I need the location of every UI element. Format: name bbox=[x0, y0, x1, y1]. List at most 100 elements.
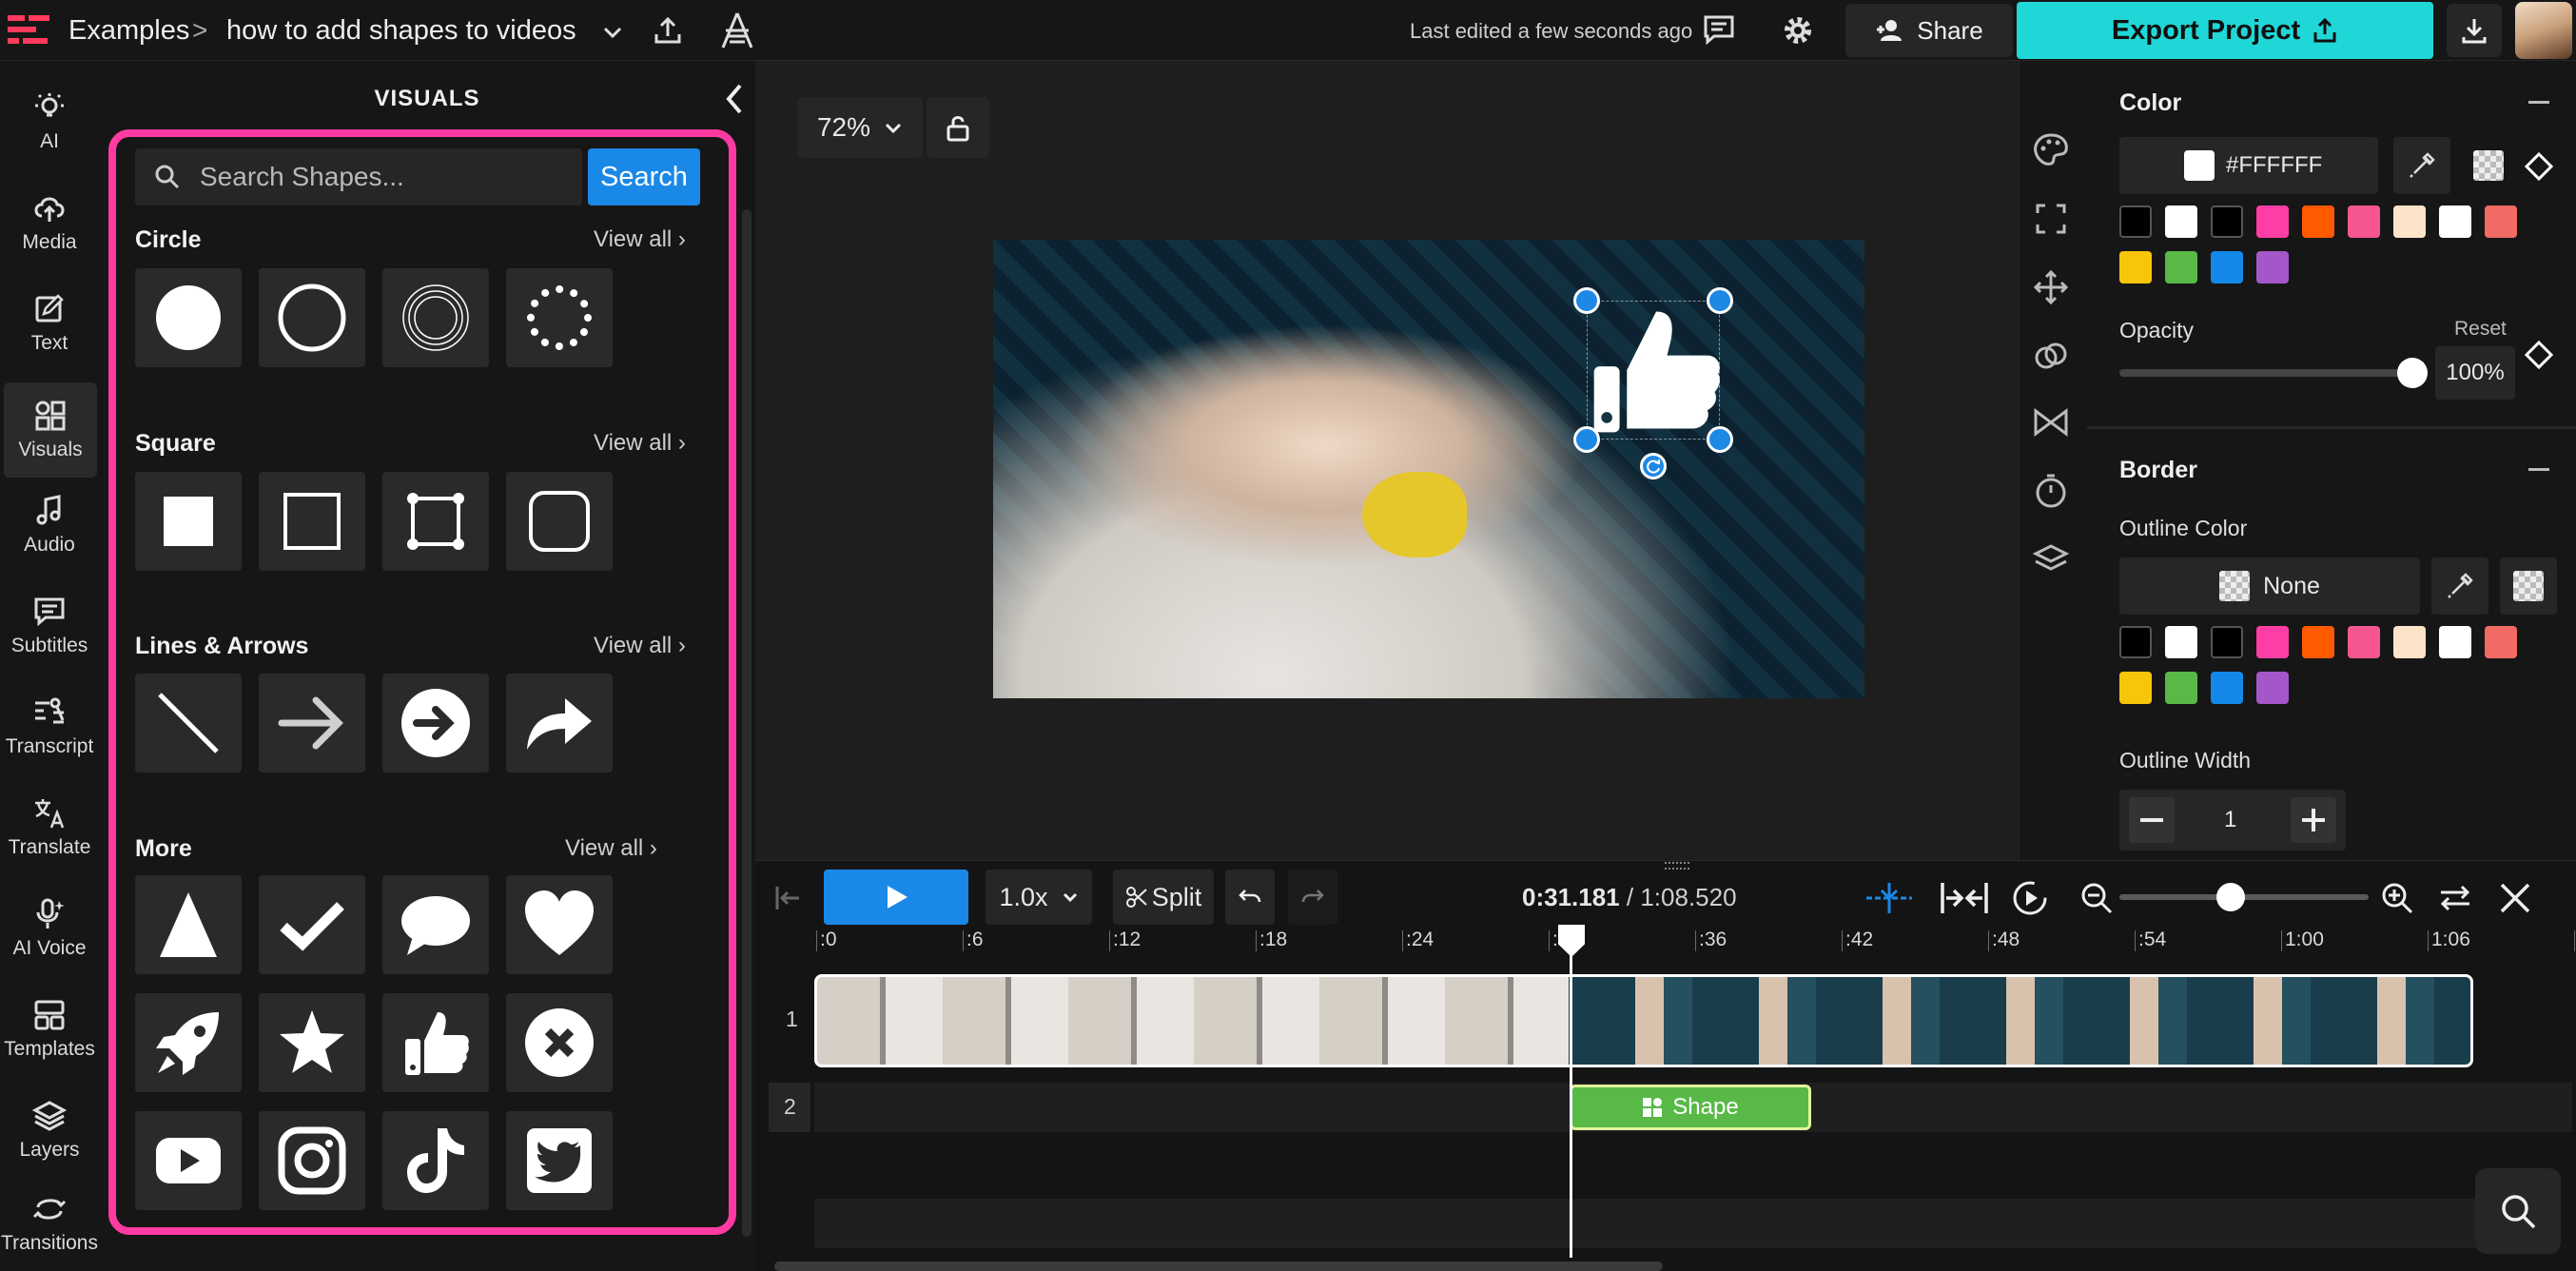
upload-share-icon[interactable] bbox=[651, 13, 685, 48]
undo-button[interactable] bbox=[1225, 870, 1275, 925]
share-button[interactable]: Share bbox=[1845, 4, 2013, 57]
rail-item-subtitles[interactable]: Subtitles bbox=[0, 578, 99, 674]
redo-button[interactable] bbox=[1288, 870, 1337, 925]
brand-kit-icon[interactable] bbox=[719, 11, 755, 49]
color-swatch[interactable] bbox=[2393, 626, 2426, 658]
color-swatch[interactable] bbox=[2485, 626, 2517, 658]
play-button[interactable] bbox=[824, 870, 968, 925]
color-swatch[interactable] bbox=[2256, 626, 2289, 658]
keyframe-diamond-icon[interactable] bbox=[2525, 152, 2553, 181]
outline-color-field[interactable]: None bbox=[2119, 557, 2420, 615]
collapse-color-minus-icon[interactable] bbox=[2528, 101, 2549, 104]
color-swatch[interactable] bbox=[2165, 672, 2197, 704]
shape-clip[interactable]: Shape bbox=[1570, 1085, 1811, 1130]
shape-star[interactable] bbox=[259, 993, 365, 1092]
rail-item-ai-voice[interactable]: AI Voice bbox=[0, 881, 99, 976]
color-swatch[interactable] bbox=[2302, 205, 2334, 238]
shape-circle-filled[interactable] bbox=[135, 268, 242, 367]
color-swatch[interactable] bbox=[2119, 205, 2152, 238]
color-swatch[interactable] bbox=[2119, 672, 2152, 704]
shape-tiktok[interactable] bbox=[382, 1111, 489, 1210]
color-swatch[interactable] bbox=[2119, 251, 2152, 284]
swap-arrows-icon[interactable] bbox=[2437, 881, 2473, 915]
shape-circle-dotted[interactable] bbox=[506, 268, 613, 367]
shape-youtube[interactable] bbox=[135, 1111, 242, 1210]
color-swatch[interactable] bbox=[2439, 626, 2471, 658]
color-swatch[interactable] bbox=[2211, 251, 2243, 284]
chevron-down-icon[interactable] bbox=[601, 21, 624, 44]
eyedropper-button[interactable] bbox=[2393, 137, 2450, 194]
video-track-clip[interactable] bbox=[814, 974, 2473, 1067]
playhead-line[interactable] bbox=[1570, 925, 1572, 1258]
thumbs-up-icon[interactable] bbox=[1587, 301, 1726, 440]
close-timeline-icon[interactable] bbox=[2498, 881, 2532, 915]
color-swatch[interactable] bbox=[2256, 251, 2289, 284]
color-swatch[interactable] bbox=[2393, 205, 2426, 238]
collapse-border-minus-icon[interactable] bbox=[2528, 468, 2549, 471]
timeline-resize-grip[interactable] bbox=[1665, 862, 1689, 870]
shape-instagram[interactable] bbox=[259, 1111, 365, 1210]
search-button[interactable]: Search bbox=[588, 148, 700, 205]
shape-speech-bubble[interactable] bbox=[382, 875, 489, 974]
view-all-square-link[interactable]: View all › bbox=[594, 430, 686, 457]
shape-arrow-circle[interactable] bbox=[382, 674, 489, 772]
view-all-more-link[interactable]: View all › bbox=[565, 835, 657, 862]
split-button[interactable]: Split bbox=[1113, 870, 1214, 925]
rail-item-ai[interactable]: AI bbox=[0, 74, 99, 169]
shape-triangle[interactable] bbox=[135, 875, 242, 974]
opacity-slider-knob[interactable] bbox=[2397, 358, 2428, 388]
fullscreen-frame-icon[interactable] bbox=[2032, 200, 2070, 238]
color-swatch[interactable] bbox=[2439, 205, 2471, 238]
rail-item-transitions[interactable]: Transitions bbox=[0, 1176, 99, 1271]
resize-handle-bottom-left[interactable] bbox=[1573, 426, 1600, 453]
user-avatar[interactable] bbox=[2515, 2, 2572, 59]
shape-square-outline[interactable] bbox=[259, 472, 365, 571]
rail-item-layers[interactable]: Layers bbox=[0, 1083, 99, 1178]
opacity-reset-button[interactable]: Reset bbox=[2454, 318, 2507, 341]
export-project-button[interactable]: Export Project bbox=[2017, 2, 2433, 59]
color-swatch[interactable] bbox=[2302, 626, 2334, 658]
rail-item-transcript[interactable]: Transcript bbox=[0, 679, 99, 774]
color-swatch[interactable] bbox=[2256, 672, 2289, 704]
comment-icon[interactable] bbox=[1703, 13, 1735, 46]
resize-handle-top-left[interactable] bbox=[1573, 287, 1600, 314]
zoom-level-dropdown[interactable]: 72% bbox=[797, 97, 923, 158]
decrease-width-button[interactable] bbox=[2129, 797, 2175, 843]
panel-scrollbar[interactable] bbox=[742, 209, 751, 1237]
move-arrows-icon[interactable] bbox=[2032, 268, 2070, 306]
playback-speed-dropdown[interactable]: 1.0x bbox=[986, 870, 1092, 925]
transparent-swatch-icon[interactable] bbox=[2473, 150, 2504, 181]
color-swatch[interactable] bbox=[2211, 626, 2243, 658]
empty-track-lane[interactable] bbox=[814, 1199, 2479, 1248]
outline-width-value[interactable]: 1 bbox=[2224, 807, 2236, 833]
shape-twitter[interactable] bbox=[506, 1111, 613, 1210]
color-swatch[interactable] bbox=[2256, 205, 2289, 238]
shape-line[interactable] bbox=[135, 674, 242, 772]
skip-to-start-icon[interactable] bbox=[772, 883, 803, 913]
rail-item-templates[interactable]: Templates bbox=[0, 982, 99, 1077]
shape-arrow-curved[interactable] bbox=[506, 674, 613, 772]
timeline-horizontal-scrollbar[interactable] bbox=[774, 1261, 1663, 1271]
shape-circle-rings[interactable] bbox=[382, 268, 489, 367]
color-swatch[interactable] bbox=[2211, 205, 2243, 238]
app-logo-icon[interactable] bbox=[8, 11, 51, 49]
video-preview[interactable] bbox=[993, 240, 1864, 698]
keyframe-diamond-icon[interactable] bbox=[2525, 341, 2553, 369]
rotate-handle[interactable] bbox=[1640, 453, 1667, 479]
shape-search-input[interactable] bbox=[200, 148, 571, 205]
project-name[interactable]: how to add shapes to videos bbox=[226, 15, 576, 47]
rail-item-audio[interactable]: Audio bbox=[0, 478, 99, 573]
rail-item-translate[interactable]: Translate bbox=[0, 780, 99, 875]
shape-square-handles[interactable] bbox=[382, 472, 489, 571]
color-swatch[interactable] bbox=[2119, 626, 2152, 658]
shape-rocket[interactable] bbox=[135, 993, 242, 1092]
download-button[interactable] bbox=[2447, 4, 2502, 57]
rail-item-text[interactable]: Text bbox=[0, 276, 99, 371]
color-swatch[interactable] bbox=[2165, 626, 2197, 658]
shape-square-rounded[interactable] bbox=[506, 472, 613, 571]
view-all-lines-link[interactable]: View all › bbox=[594, 633, 686, 659]
zoom-out-icon[interactable] bbox=[2079, 881, 2114, 915]
blend-circles-icon[interactable] bbox=[2032, 337, 2070, 375]
search-floating-button[interactable] bbox=[2475, 1168, 2561, 1254]
color-swatch[interactable] bbox=[2348, 205, 2380, 238]
